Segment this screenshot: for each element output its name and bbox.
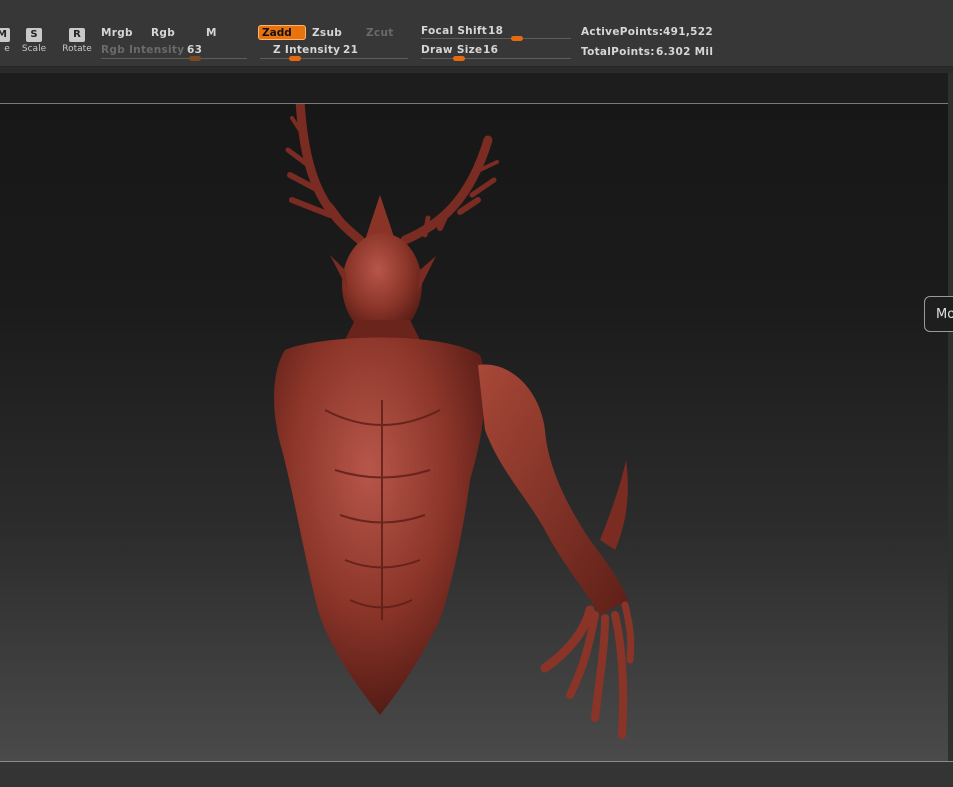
bottom-shelf	[0, 761, 953, 787]
scale-button[interactable]: S Scale	[18, 28, 50, 62]
arm-spike	[600, 460, 628, 550]
left-antler	[285, 104, 365, 245]
z-intensity-knob[interactable]	[289, 56, 301, 61]
rotate-icon: R	[69, 28, 85, 42]
total-points-value: 6.302 Mil	[656, 46, 714, 58]
rotate-button[interactable]: R Rotate	[60, 28, 94, 62]
move-icon: M	[0, 28, 10, 42]
mrgb-button[interactable]: Mrgb	[101, 27, 133, 39]
draw-size-knob[interactable]	[453, 56, 465, 61]
move-button[interactable]: M e	[0, 28, 18, 62]
rgb-intensity-label: Rgb Intensity	[101, 44, 185, 56]
right-hand	[540, 601, 635, 739]
z-intensity-slider[interactable]	[260, 58, 408, 59]
draw-size-slider[interactable]	[421, 58, 571, 59]
right-antler	[400, 135, 499, 245]
zadd-button[interactable]: Zadd	[258, 25, 306, 40]
total-points-label: TotalPoints:	[581, 46, 655, 58]
scale-label: Scale	[21, 44, 47, 54]
sculpt-model	[274, 104, 635, 739]
rgb-intensity-value: 63	[187, 44, 203, 56]
top-toolbar: M e S Scale R Rotate Mrgb Rgb M Rgb Inte…	[0, 0, 953, 67]
active-points-value: 491,522	[663, 26, 713, 38]
rgb-intensity-slider[interactable]	[101, 58, 247, 59]
move-label: e	[4, 44, 10, 54]
viewport-header	[0, 73, 948, 104]
active-points-label: ActivePoints:	[581, 26, 664, 38]
focal-shift-slider[interactable]	[421, 38, 571, 39]
focal-shift-label: Focal Shift	[421, 25, 488, 37]
side-tab-menu[interactable]: Mo	[924, 296, 953, 332]
draw-size-value: 16	[483, 44, 499, 56]
torso	[274, 337, 486, 715]
z-intensity-value: 21	[343, 44, 359, 56]
zsub-button[interactable]: Zsub	[312, 27, 342, 39]
rotate-label: Rotate	[62, 44, 92, 54]
focal-shift-knob[interactable]	[511, 36, 523, 41]
zcut-button[interactable]: Zcut	[366, 27, 394, 39]
right-panel-edge	[948, 73, 953, 761]
focal-shift-value: 18	[488, 25, 504, 37]
z-intensity-label: Z Intensity	[273, 44, 341, 56]
rgb-intensity-knob[interactable]	[189, 56, 201, 61]
scale-icon: S	[26, 28, 42, 42]
m-button[interactable]: M	[206, 27, 217, 39]
right-arm	[478, 364, 628, 615]
document-canvas[interactable]	[0, 104, 948, 761]
draw-size-label: Draw Size	[421, 44, 483, 56]
rgb-button[interactable]: Rgb	[151, 27, 175, 39]
